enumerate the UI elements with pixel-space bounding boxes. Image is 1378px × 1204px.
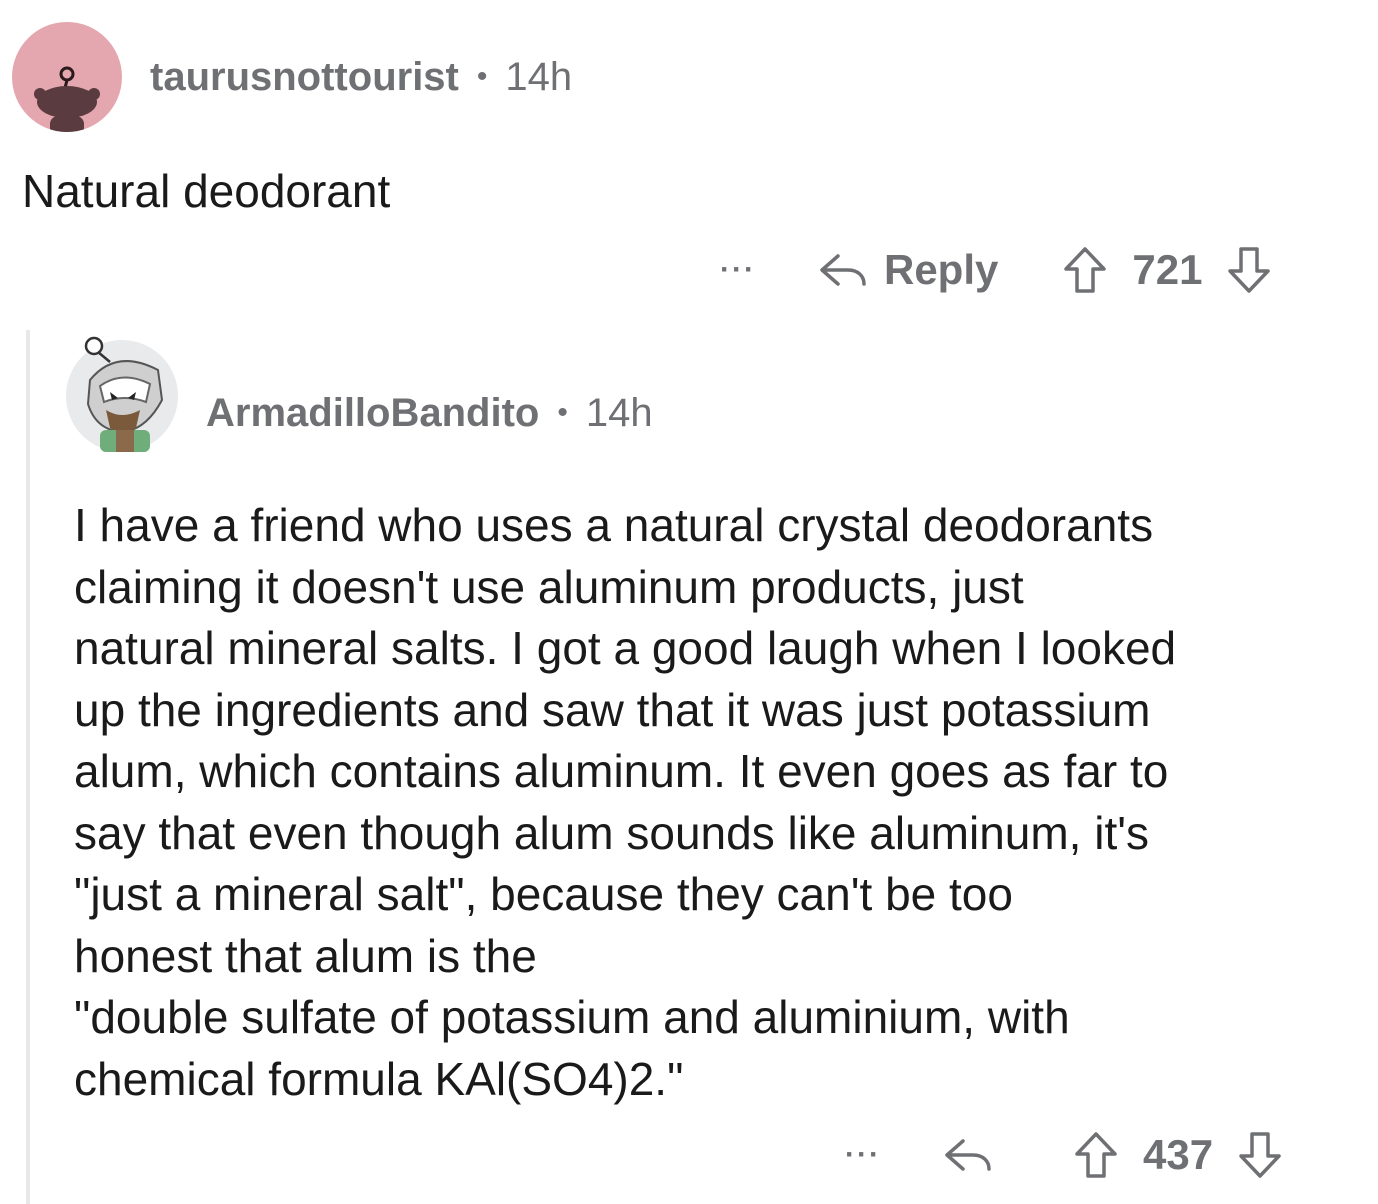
meta-separator: • — [476, 60, 488, 93]
reply-button[interactable]: Reply — [818, 246, 998, 294]
masked-snoo-avatar-icon — [84, 336, 164, 452]
vote-controls: 721 — [1062, 245, 1272, 295]
snoo-avatar-icon — [34, 66, 100, 132]
reply-button[interactable] — [943, 1135, 1009, 1175]
avatar[interactable] — [66, 336, 178, 452]
meta-separator: • — [557, 396, 568, 429]
username[interactable]: taurusnottourist — [150, 55, 459, 100]
comment-meta: ArmadilloBandito • 14h — [206, 391, 653, 436]
username[interactable]: ArmadilloBandito — [206, 391, 539, 436]
comment-line: alum, which contains aluminum. It even g… — [74, 745, 1169, 797]
comment-body: I have a friend who uses a natural cryst… — [74, 495, 1354, 1110]
comment-line: I have a friend who uses a natural cryst… — [74, 499, 1154, 551]
vote-controls: 437 — [1073, 1130, 1283, 1180]
timestamp: 14h — [585, 390, 653, 435]
more-options-button[interactable]: ··· — [720, 255, 756, 285]
comment-header: ArmadilloBandito • 14h — [66, 336, 653, 452]
comment-actions: ··· 437 — [845, 1125, 1283, 1185]
vote-score: 437 — [1142, 1131, 1214, 1178]
upvote-arrow-icon[interactable] — [1073, 1130, 1119, 1180]
timestamp: 14h — [505, 54, 573, 99]
comment-line: "double sulfate of potassium and alumini… — [74, 991, 1070, 1043]
upvote-arrow-icon[interactable] — [1062, 245, 1108, 295]
avatar[interactable] — [12, 22, 122, 132]
reply-arrow-icon — [945, 1139, 991, 1171]
reply-arrow-icon — [820, 254, 866, 286]
comment-thread: taurusnottourist • 14h Natural deodorant… — [0, 0, 1378, 1204]
comment-actions: ··· Reply 721 — [720, 240, 1272, 300]
downvote-arrow-icon[interactable] — [1237, 1130, 1283, 1180]
comment-body: Natural deodorant — [22, 165, 391, 217]
downvote-arrow-icon[interactable] — [1226, 245, 1272, 295]
comment-line: chemical formula KAl(SO4)2." — [74, 1052, 684, 1105]
comment-header: taurusnottourist • 14h — [12, 22, 572, 132]
comment-line: up the ingredients and saw that it was j… — [74, 683, 1151, 736]
comment-line: "just a mineral salt", because they can'… — [74, 868, 1013, 920]
comment-line: honest that alum is the — [74, 929, 537, 982]
more-options-button[interactable]: ··· — [845, 1140, 881, 1170]
comment-meta: taurusnottourist • 14h — [150, 55, 572, 100]
comment-line: claiming it doesn't use aluminum product… — [74, 560, 1024, 613]
comment-line: say that even though alum sounds like al… — [74, 806, 1150, 859]
comment-line: natural mineral salts. I got a good laug… — [74, 622, 1177, 674]
vote-score: 721 — [1132, 246, 1203, 293]
reply-label: Reply — [883, 246, 999, 293]
thread-collapse-line[interactable] — [26, 330, 30, 1204]
